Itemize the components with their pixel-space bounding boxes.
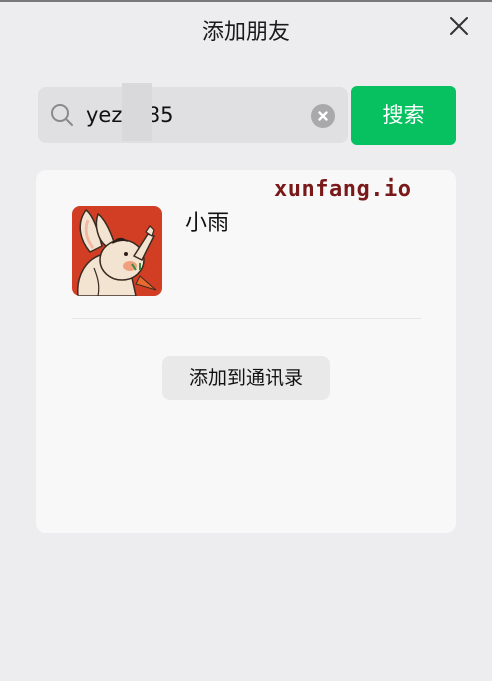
close-icon — [450, 17, 468, 35]
avatar[interactable] — [72, 206, 162, 296]
window-top-border — [0, 0, 492, 2]
dialog-title: 添加朋友 — [201, 20, 290, 45]
search-button[interactable]: 搜索 — [351, 86, 456, 145]
privacy-blur — [122, 83, 152, 141]
watermark: xunfang.io — [274, 177, 412, 202]
bunny-avatar-image — [72, 206, 162, 296]
user-nickname: 小雨 — [185, 211, 230, 236]
close-button[interactable] — [447, 14, 471, 38]
search-input[interactable]: yezz685 — [38, 83, 348, 143]
search-icon — [51, 104, 73, 126]
add-to-contacts-button[interactable]: 添加到通讯录 — [162, 356, 330, 400]
clear-search-button[interactable] — [311, 104, 335, 128]
divider — [72, 318, 421, 319]
search-result-card: xunfang.io 小雨 添加到通讯录 — [36, 170, 456, 533]
clear-icon — [318, 111, 328, 121]
